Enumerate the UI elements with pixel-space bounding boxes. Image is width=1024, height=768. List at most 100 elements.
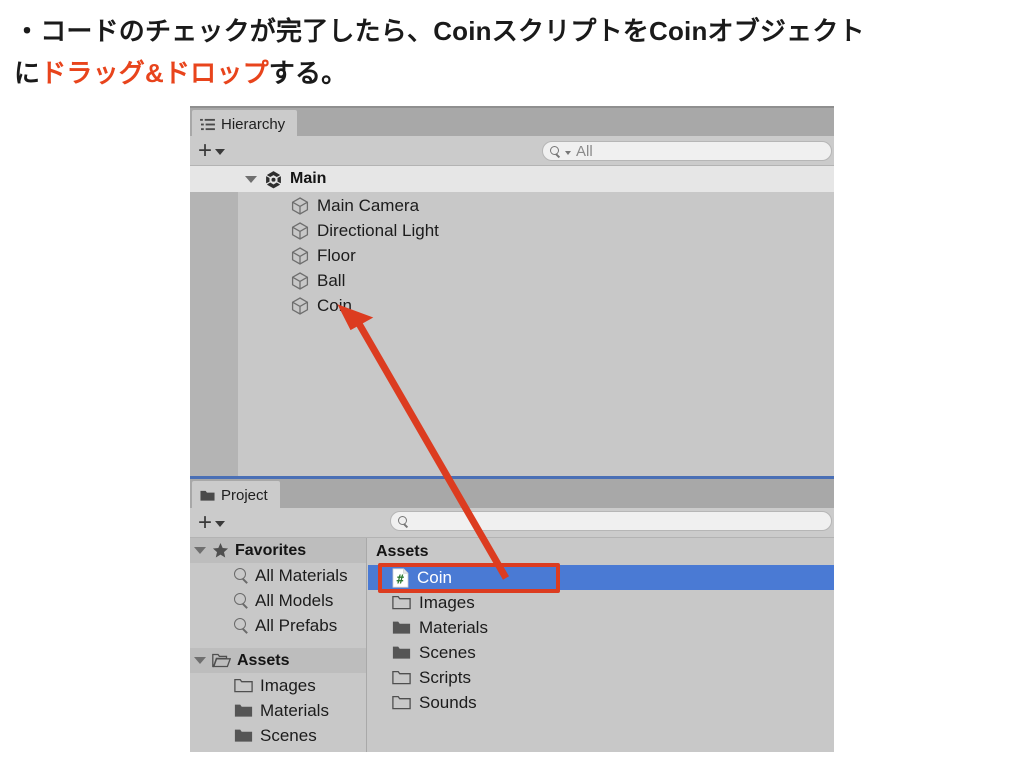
caption-line1-post: Coinオブジェクト: [648, 16, 865, 46]
caption-line2-pre: に: [14, 58, 41, 89]
sidebar-item-label: Scenes: [260, 725, 317, 745]
svg-text:#: #: [397, 572, 405, 586]
asset-item-label: Scenes: [419, 642, 476, 662]
unity-scene-icon: [266, 170, 281, 188]
project-tabstrip: Project: [190, 479, 834, 509]
search-icon: [398, 515, 409, 527]
hierarchy-create-button[interactable]: +: [198, 136, 226, 164]
caption-line2-post: する。: [268, 58, 348, 89]
gameobject-cube-icon: [291, 196, 309, 215]
sidebar-item-all-materials[interactable]: All Materials: [190, 563, 366, 588]
asset-item-label: Coin: [417, 567, 452, 587]
chevron-down-icon: [215, 521, 226, 527]
sidebar-item-label: All Materials: [255, 565, 348, 585]
hierarchy-item-main-label: Main: [290, 170, 327, 187]
expand-triangle-icon[interactable]: [245, 175, 257, 183]
sidebar-item-images[interactable]: Images: [190, 673, 366, 698]
expand-triangle-icon[interactable]: [194, 657, 206, 664]
hierarchy-item-label: Floor: [317, 245, 356, 265]
caption-highlight: ドラッグ&ドロップ: [40, 58, 269, 89]
folder-filled-icon: [234, 729, 253, 742]
hierarchy-tree: Main Main Camera Directional Light Floor…: [190, 166, 834, 476]
folder-icon: [200, 490, 215, 501]
gameobject-cube-icon: [291, 246, 309, 265]
hierarchy-item-main[interactable]: Main: [190, 166, 834, 192]
asset-item-sounds[interactable]: Sounds: [368, 690, 834, 715]
sidebar-item-label: Images: [260, 675, 316, 695]
saved-search-icon: [234, 593, 249, 608]
tab-hierarchy-label: Hierarchy: [221, 115, 286, 133]
hierarchy-item-directional-light[interactable]: Directional Light: [190, 218, 834, 243]
gameobject-cube-icon: [291, 271, 309, 290]
asset-item-label: Sounds: [419, 692, 477, 712]
chevron-down-icon: [565, 151, 571, 155]
hierarchy-panel: Hierarchy + All Main Main Camera Directi…: [190, 106, 834, 476]
project-content-title: Assets: [376, 542, 429, 560]
sidebar-group-assets-label: Assets: [237, 651, 290, 669]
tab-project-label: Project: [221, 486, 268, 504]
hierarchy-search-input[interactable]: All: [542, 141, 832, 161]
hierarchy-item-label: Coin: [317, 295, 352, 315]
folder-outline-icon: [392, 595, 411, 610]
sidebar-group-assets[interactable]: Assets: [190, 648, 366, 673]
project-sidebar: Favorites All Materials All Models All P…: [190, 538, 367, 752]
hierarchy-item-label: Main Camera: [317, 195, 420, 215]
asset-item-coin[interactable]: # Coin: [368, 565, 834, 590]
hierarchy-item-coin[interactable]: Coin: [190, 293, 834, 318]
folder-outline-icon: [392, 695, 411, 710]
tab-project[interactable]: Project: [192, 481, 280, 509]
folder-filled-icon: [392, 646, 411, 659]
hierarchy-item-main-camera[interactable]: Main Camera: [190, 193, 834, 218]
hierarchy-list-icon: [200, 118, 215, 130]
csharp-script-icon: #: [392, 567, 409, 588]
search-icon: [550, 145, 561, 157]
gameobject-cube-icon: [291, 296, 309, 315]
folder-filled-icon: [392, 621, 411, 634]
asset-item-label: Scripts: [419, 667, 471, 687]
project-content: Assets # Coin Images Materials Scenes Sc…: [368, 538, 834, 752]
hierarchy-item-floor[interactable]: Floor: [190, 243, 834, 268]
sidebar-item-label: Materials: [260, 700, 329, 720]
star-icon: [212, 542, 229, 558]
tab-hierarchy[interactable]: Hierarchy: [192, 110, 298, 138]
gameobject-cube-icon: [291, 221, 309, 240]
plus-icon: +: [198, 136, 213, 164]
asset-item-materials[interactable]: Materials: [368, 615, 834, 640]
slide-root: ・コードのチェックが完了したら、CoinスクリプトをCoinオブジェクト にドラ…: [0, 0, 1024, 768]
project-create-button[interactable]: +: [198, 508, 226, 536]
slide-caption: ・コードのチェックが完了したら、CoinスクリプトをCoinオブジェクト にドラ…: [14, 10, 1014, 94]
sidebar-item-all-models[interactable]: All Models: [190, 588, 366, 613]
unity-editor-window: Hierarchy + All Main Main Camera Directi…: [190, 106, 834, 752]
project-search-input[interactable]: [390, 511, 832, 531]
open-folder-icon: [212, 653, 231, 668]
sidebar-group-favorites[interactable]: Favorites: [190, 538, 366, 563]
chevron-down-icon: [215, 149, 226, 155]
hierarchy-search-placeholder: All: [576, 142, 593, 160]
project-body: Favorites All Materials All Models All P…: [190, 538, 834, 752]
caption-line1-pre: ・コードのチェックが完了したら、Coinスクリプトを: [14, 16, 649, 46]
sidebar-item-label: All Prefabs: [255, 615, 338, 635]
hierarchy-item-ball[interactable]: Ball: [190, 268, 834, 293]
expand-triangle-icon[interactable]: [194, 547, 206, 554]
folder-outline-icon: [392, 670, 411, 685]
folder-outline-icon: [234, 678, 253, 693]
asset-item-scenes[interactable]: Scenes: [368, 640, 834, 665]
asset-item-images[interactable]: Images: [368, 590, 834, 615]
saved-search-icon: [234, 618, 249, 633]
sidebar-group-favorites-label: Favorites: [235, 541, 307, 559]
plus-icon: +: [198, 508, 213, 536]
saved-search-icon: [234, 568, 249, 583]
asset-item-scripts[interactable]: Scripts: [368, 665, 834, 690]
sidebar-item-label: All Models: [255, 590, 334, 610]
hierarchy-item-label: Directional Light: [317, 220, 439, 240]
folder-filled-icon: [234, 704, 253, 717]
project-panel: Project + Favorites All Materials All Mo…: [190, 476, 834, 752]
sidebar-item-scenes[interactable]: Scenes: [190, 723, 366, 748]
sidebar-item-all-prefabs[interactable]: All Prefabs: [190, 613, 366, 638]
asset-item-label: Materials: [419, 617, 488, 637]
hierarchy-item-label: Ball: [317, 270, 346, 290]
hierarchy-tabstrip: Hierarchy: [190, 106, 834, 138]
sidebar-item-materials[interactable]: Materials: [190, 698, 366, 723]
asset-item-label: Images: [419, 592, 475, 612]
